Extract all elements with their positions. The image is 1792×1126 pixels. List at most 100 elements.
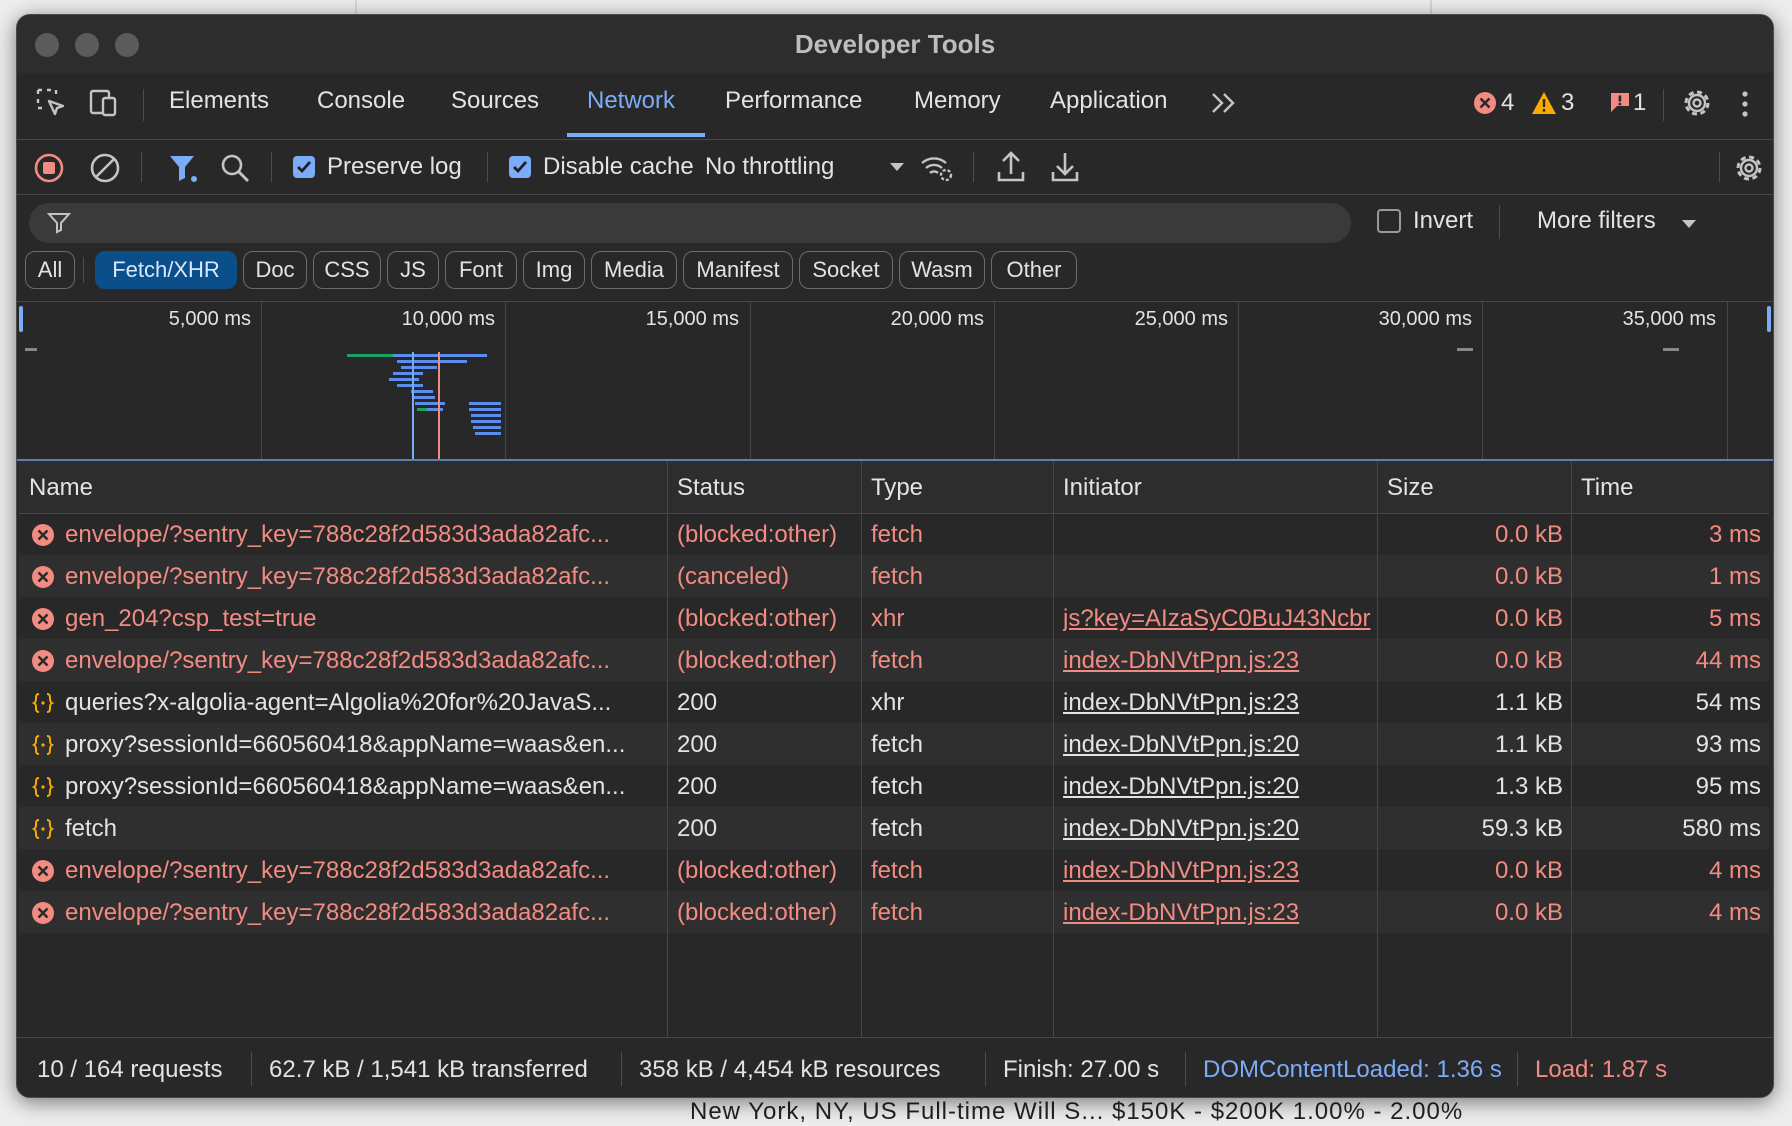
overview-tick-label: 20,000 ms	[890, 308, 984, 330]
transferred-size: 62.7 kB / 1,541 kB transferred	[269, 1056, 588, 1083]
table-row[interactable]: proxy?sessionId=660560418&appName=waas&e…	[19, 723, 1769, 765]
type-chip-media[interactable]: Media	[591, 251, 677, 289]
settings-gear-icon[interactable]	[1681, 87, 1713, 124]
table-row[interactable]: envelope/?sentry_key=788c28f2d583d3ada82…	[19, 513, 1769, 555]
type-chip-css[interactable]: CSS	[313, 251, 381, 289]
cell-initiator[interactable]: index-DbNVtPpn.js:23	[1063, 647, 1375, 675]
cell-size: 0.0 kB	[1494, 605, 1563, 632]
tab-application[interactable]: Application	[1050, 87, 1167, 115]
table-row[interactable]: fetch 200 fetch index-DbNVtPpn.js:20 59.3 kB…	[19, 807, 1769, 849]
type-chip-doc[interactable]: Doc	[243, 251, 307, 289]
cell-initiator[interactable]: index-DbNVtPpn.js:23	[1063, 899, 1375, 927]
import-har-icon[interactable]	[995, 150, 1027, 189]
device-toolbar-icon[interactable]	[87, 87, 121, 124]
type-chip-all[interactable]: All	[25, 251, 75, 289]
table-row[interactable]: proxy?sessionId=660560418&appName=waas&e…	[19, 765, 1769, 807]
cell-time: 95 ms	[1695, 773, 1761, 800]
type-chip-manifest[interactable]: Manifest	[683, 251, 793, 289]
cell-size: 1.1 kB	[1494, 731, 1563, 758]
title-bar: Developer Tools	[17, 15, 1773, 73]
table-row[interactable]: envelope/?sentry_key=788c28f2d583d3ada82…	[19, 891, 1769, 933]
error-icon	[31, 649, 55, 678]
more-options-icon[interactable]	[1739, 89, 1751, 124]
column-header-initiator[interactable]: Initiator	[1063, 474, 1142, 502]
table-row[interactable]: envelope/?sentry_key=788c28f2d583d3ada82…	[19, 555, 1769, 597]
overview-right-handle[interactable]	[1767, 306, 1771, 332]
network-overview[interactable]: 5,000 ms 10,000 ms 15,000 ms 20,000 ms 2…	[17, 302, 1773, 461]
overview-left-handle[interactable]	[19, 306, 23, 332]
cell-time: 1 ms	[1708, 563, 1761, 590]
filter-input[interactable]	[29, 203, 1351, 243]
network-settings-gear-icon[interactable]	[1733, 152, 1765, 189]
cell-initiator[interactable]: index-DbNVtPpn.js:20	[1063, 815, 1375, 843]
cell-initiator[interactable]: index-DbNVtPpn.js:20	[1063, 731, 1375, 759]
filter-funnel-icon[interactable]	[167, 152, 201, 189]
tab-console[interactable]: Console	[317, 87, 405, 115]
cell-type: fetch	[871, 647, 924, 674]
throttling-select[interactable]: No throttling	[705, 153, 834, 181]
cell-size: 0.0 kB	[1494, 899, 1563, 926]
table-row[interactable]: envelope/?sentry_key=788c28f2d583d3ada82…	[19, 849, 1769, 891]
table-row[interactable]: envelope/?sentry_key=788c28f2d583d3ada82…	[19, 639, 1769, 681]
cell-initiator[interactable]: js?key=AIzaSyC0BuJ43Ncbr	[1063, 605, 1375, 633]
cell-initiator[interactable]: index-DbNVtPpn.js:23	[1063, 689, 1375, 717]
tab-memory[interactable]: Memory	[914, 87, 1001, 115]
type-chip-socket[interactable]: Socket	[799, 251, 893, 289]
invert-checkbox[interactable]	[1377, 209, 1401, 233]
cell-name: envelope/?sentry_key=788c28f2d583d3ada82…	[65, 647, 611, 674]
export-har-icon[interactable]	[1049, 150, 1081, 189]
search-icon[interactable]	[219, 152, 251, 189]
cell-time: 4 ms	[1708, 899, 1761, 926]
fetch-request-icon	[31, 775, 55, 804]
more-filters-dropdown-icon[interactable]	[1681, 217, 1697, 235]
preserve-log-checkbox[interactable]	[293, 156, 315, 178]
fetch-request-icon	[31, 691, 55, 720]
cell-size: 1.3 kB	[1494, 773, 1563, 800]
disable-cache-label[interactable]: Disable cache	[543, 153, 694, 181]
invert-label[interactable]: Invert	[1413, 207, 1473, 235]
type-chip-wasm[interactable]: Wasm	[899, 251, 985, 289]
cell-initiator[interactable]: index-DbNVtPpn.js:20	[1063, 773, 1375, 801]
type-chip-other[interactable]: Other	[991, 251, 1077, 289]
cell-size: 59.3 kB	[1481, 815, 1563, 842]
cell-name: gen_204?csp_test=true	[65, 605, 317, 632]
type-chip-fetch-xhr[interactable]: Fetch/XHR	[95, 251, 237, 289]
clear-icon[interactable]	[89, 152, 121, 189]
chevron-down-icon[interactable]	[889, 160, 905, 178]
status-bar: 10 / 164 requests 62.7 kB / 1,541 kB tra…	[17, 1037, 1773, 1097]
table-row[interactable]: gen_204?csp_test=true (blocked:other) xhr j…	[19, 597, 1769, 639]
column-header-time[interactable]: Time	[1581, 474, 1633, 502]
tab-network[interactable]: Network	[587, 87, 675, 115]
column-header-type[interactable]: Type	[871, 474, 923, 502]
column-header-status[interactable]: Status	[677, 474, 745, 502]
cell-size: 1.1 kB	[1494, 689, 1563, 716]
cell-type: xhr	[871, 605, 905, 632]
more-filters-button[interactable]: More filters	[1537, 207, 1656, 235]
tab-sources[interactable]: Sources	[451, 87, 539, 115]
issues-counter[interactable]: 1	[1609, 89, 1646, 120]
inspect-element-icon[interactable]	[35, 87, 67, 124]
column-header-size[interactable]: Size	[1387, 474, 1434, 502]
errors-counter[interactable]: 4	[1473, 89, 1514, 120]
cell-status: 200	[677, 815, 718, 842]
warnings-counter[interactable]: 3	[1531, 89, 1574, 120]
cell-time: 44 ms	[1695, 647, 1761, 674]
more-tabs-chevron-icon[interactable]	[1209, 91, 1239, 120]
cell-time: 5 ms	[1708, 605, 1761, 632]
devtools-window: Developer Tools Elements Console Sources…	[16, 14, 1774, 1098]
type-chip-js[interactable]: JS	[387, 251, 439, 289]
tab-performance[interactable]: Performance	[725, 87, 862, 115]
column-header-name[interactable]: Name	[29, 474, 93, 502]
cell-initiator[interactable]: index-DbNVtPpn.js:23	[1063, 857, 1375, 885]
disable-cache-checkbox[interactable]	[509, 156, 531, 178]
type-chip-img[interactable]: Img	[523, 251, 585, 289]
table-row[interactable]: queries?x-algolia-agent=Algolia%20for%20…	[19, 681, 1769, 723]
type-chip-font[interactable]: Font	[445, 251, 517, 289]
requests-table: Name Status Type Initiator Size Time env…	[19, 461, 1769, 1037]
tab-elements[interactable]: Elements	[169, 87, 269, 115]
record-stop-icon[interactable]	[33, 152, 65, 189]
overview-tick-label: 15,000 ms	[645, 308, 739, 330]
network-conditions-icon[interactable]	[919, 152, 955, 189]
preserve-log-label[interactable]: Preserve log	[327, 153, 462, 181]
cell-type: fetch	[871, 815, 924, 842]
